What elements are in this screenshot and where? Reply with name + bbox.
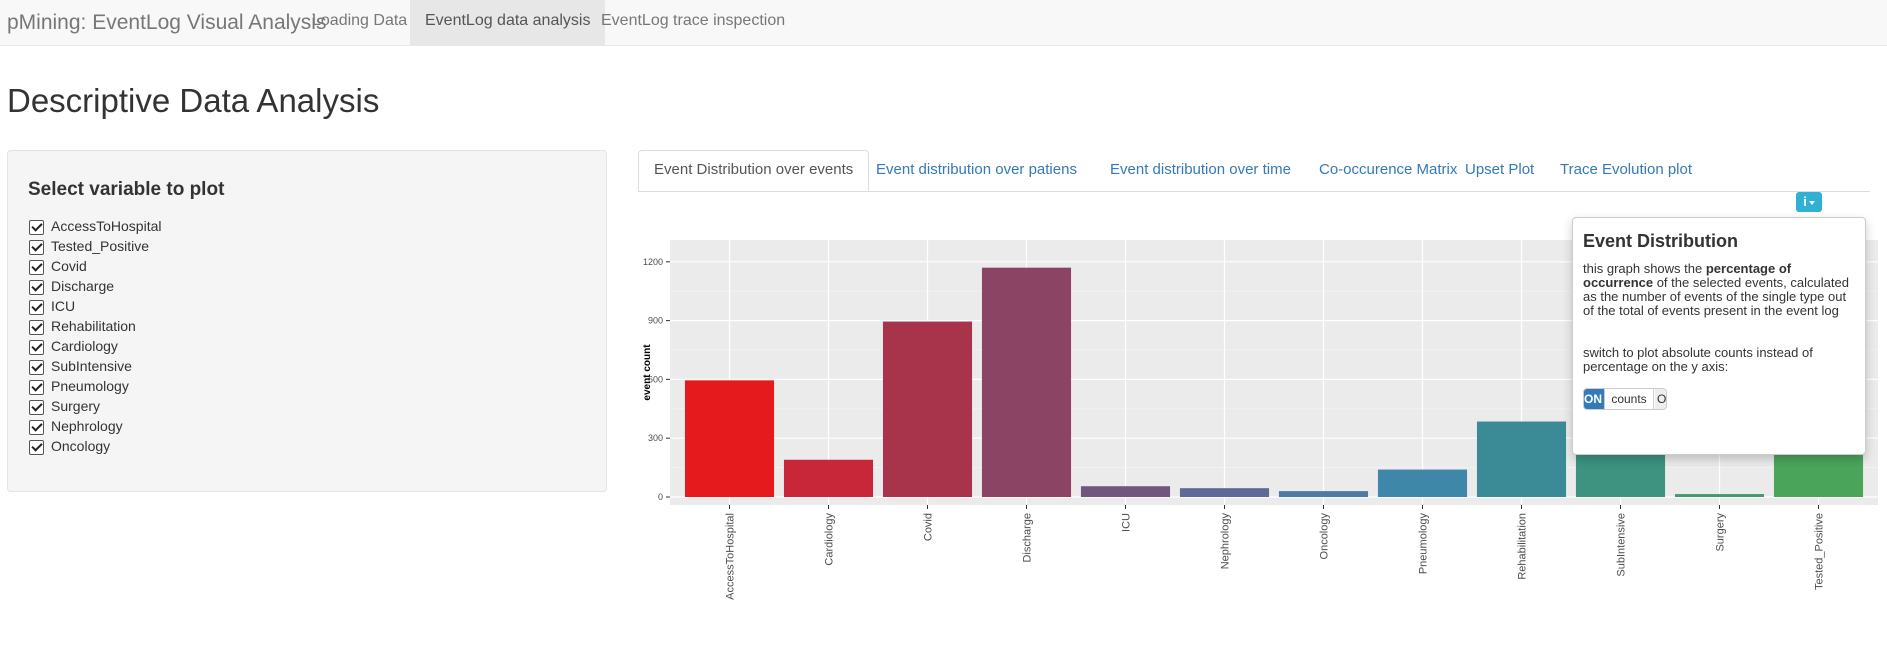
checkbox-checked[interactable] <box>29 240 44 255</box>
bar-oncology <box>1278 491 1369 497</box>
popover-switch-description: switch to plot absolute counts instead o… <box>1583 345 1813 374</box>
bar-icu <box>1080 486 1171 497</box>
popover-description: this graph shows the percentage of occur… <box>1583 262 1855 318</box>
tab-co-occurence-matrix[interactable]: Co-occurence Matrix <box>1304 150 1472 190</box>
checkbox-label[interactable]: Tested_Positive <box>51 238 149 254</box>
info-dropdown-button[interactable]: i <box>1796 192 1822 212</box>
nav-eventlog-trace-inspection[interactable]: EventLog trace inspection <box>586 0 800 45</box>
app-brand[interactable]: pMining: EventLog Visual Analysis <box>7 11 326 35</box>
navbar: pMining: EventLog Visual Analysis Loadin… <box>0 0 1887 46</box>
x-tick-label: ICU <box>1121 513 1133 532</box>
tab-upset-plot[interactable]: Upset Plot <box>1450 150 1549 190</box>
checkbox-label[interactable]: Nephrology <box>51 418 123 434</box>
x-tick-label: Nephrology <box>1220 513 1232 570</box>
checkbox-label[interactable]: AccessToHospital <box>51 218 162 234</box>
plot-tabs: Event Distribution over events Event dis… <box>638 150 1870 192</box>
checkbox-checked[interactable] <box>29 340 44 355</box>
nav-eventlog-data-analysis[interactable]: EventLog data analysis <box>410 0 606 45</box>
checkbox-checked[interactable] <box>29 400 44 415</box>
info-icon: i <box>1803 194 1807 209</box>
tab-trace-evolution-plot[interactable]: Trace Evolution plot <box>1545 150 1707 190</box>
caret-down-icon <box>1808 200 1815 205</box>
x-tick-label: Discharge <box>1022 513 1034 563</box>
switch-off-label[interactable]: O <box>1655 389 1666 409</box>
checkbox-checked[interactable] <box>29 220 44 235</box>
checkbox-checked[interactable] <box>29 320 44 335</box>
panel-title: Select variable to plot <box>28 179 225 200</box>
bar-nephrology <box>1179 488 1270 497</box>
checkbox-checked[interactable] <box>29 440 44 455</box>
nav-loading-data[interactable]: Loading Data <box>297 0 422 45</box>
bar-covid <box>882 321 973 497</box>
page-title: Descriptive Data Analysis <box>7 82 380 119</box>
checkbox-label[interactable]: SubIntensive <box>51 358 132 374</box>
popover-title: Event Distribution <box>1583 231 1739 251</box>
x-tick-label: Tested_Positive <box>1814 513 1826 590</box>
checkbox-label[interactable]: Surgery <box>51 398 100 414</box>
variable-selection-panel: Select variable to plot AccessToHospital… <box>7 150 607 492</box>
y-tick-label: 0 <box>658 492 663 502</box>
x-tick-label: Surgery <box>1715 513 1727 552</box>
y-tick-label: 900 <box>648 316 663 326</box>
x-tick-label: AccessToHospital <box>725 513 737 600</box>
y-tick-label: 300 <box>648 433 663 443</box>
bar-cardiology <box>783 459 874 497</box>
popover-body-pre: this graph shows the <box>1583 261 1706 276</box>
checkbox-checked[interactable] <box>29 420 44 435</box>
x-tick-label: SubIntensive <box>1616 513 1628 577</box>
checkbox-label[interactable]: Cardiology <box>51 338 118 354</box>
bar-surgery <box>1674 494 1765 497</box>
checkbox-checked[interactable] <box>29 260 44 275</box>
bar-rehabilitation <box>1476 421 1567 497</box>
checkbox-label[interactable]: Oncology <box>51 438 110 454</box>
x-tick-label: Rehabilitation <box>1517 513 1529 580</box>
x-tick-label: Oncology <box>1319 513 1331 560</box>
checkbox-checked[interactable] <box>29 380 44 395</box>
x-tick-label: Cardiology <box>824 513 836 566</box>
y-tick-label: 1200 <box>643 257 663 267</box>
tab-event-distribution-over-events[interactable]: Event Distribution over events <box>638 150 870 191</box>
tab-event-distribution-over-time[interactable]: Event distribution over time <box>1095 150 1306 190</box>
checkbox-checked[interactable] <box>29 360 44 375</box>
switch-label[interactable]: counts <box>1604 389 1654 409</box>
checkbox-label[interactable]: Discharge <box>51 278 114 294</box>
x-tick-label: Pneumology <box>1418 513 1430 575</box>
x-tick-label: Covid <box>923 513 935 541</box>
bar-discharge <box>981 267 1072 497</box>
checkbox-label[interactable]: Pneumology <box>51 378 129 394</box>
bar-accesstohospital <box>684 380 775 497</box>
bar-pneumology <box>1377 469 1468 497</box>
tab-event-distribution-over-patiens[interactable]: Event distribution over patiens <box>861 150 1092 190</box>
checkbox-label[interactable]: Rehabilitation <box>51 318 136 334</box>
y-axis-label: event count <box>642 344 653 401</box>
switch-on-label[interactable]: ON <box>1584 389 1604 409</box>
checkbox-checked[interactable] <box>29 300 44 315</box>
checkbox-checked[interactable] <box>29 280 44 295</box>
checkbox-label[interactable]: Covid <box>51 258 87 274</box>
checkbox-label[interactable]: ICU <box>51 298 75 314</box>
info-popover: Event Distribution this graph shows the … <box>1572 217 1866 455</box>
counts-toggle-switch[interactable]: ON counts O <box>1583 388 1667 410</box>
